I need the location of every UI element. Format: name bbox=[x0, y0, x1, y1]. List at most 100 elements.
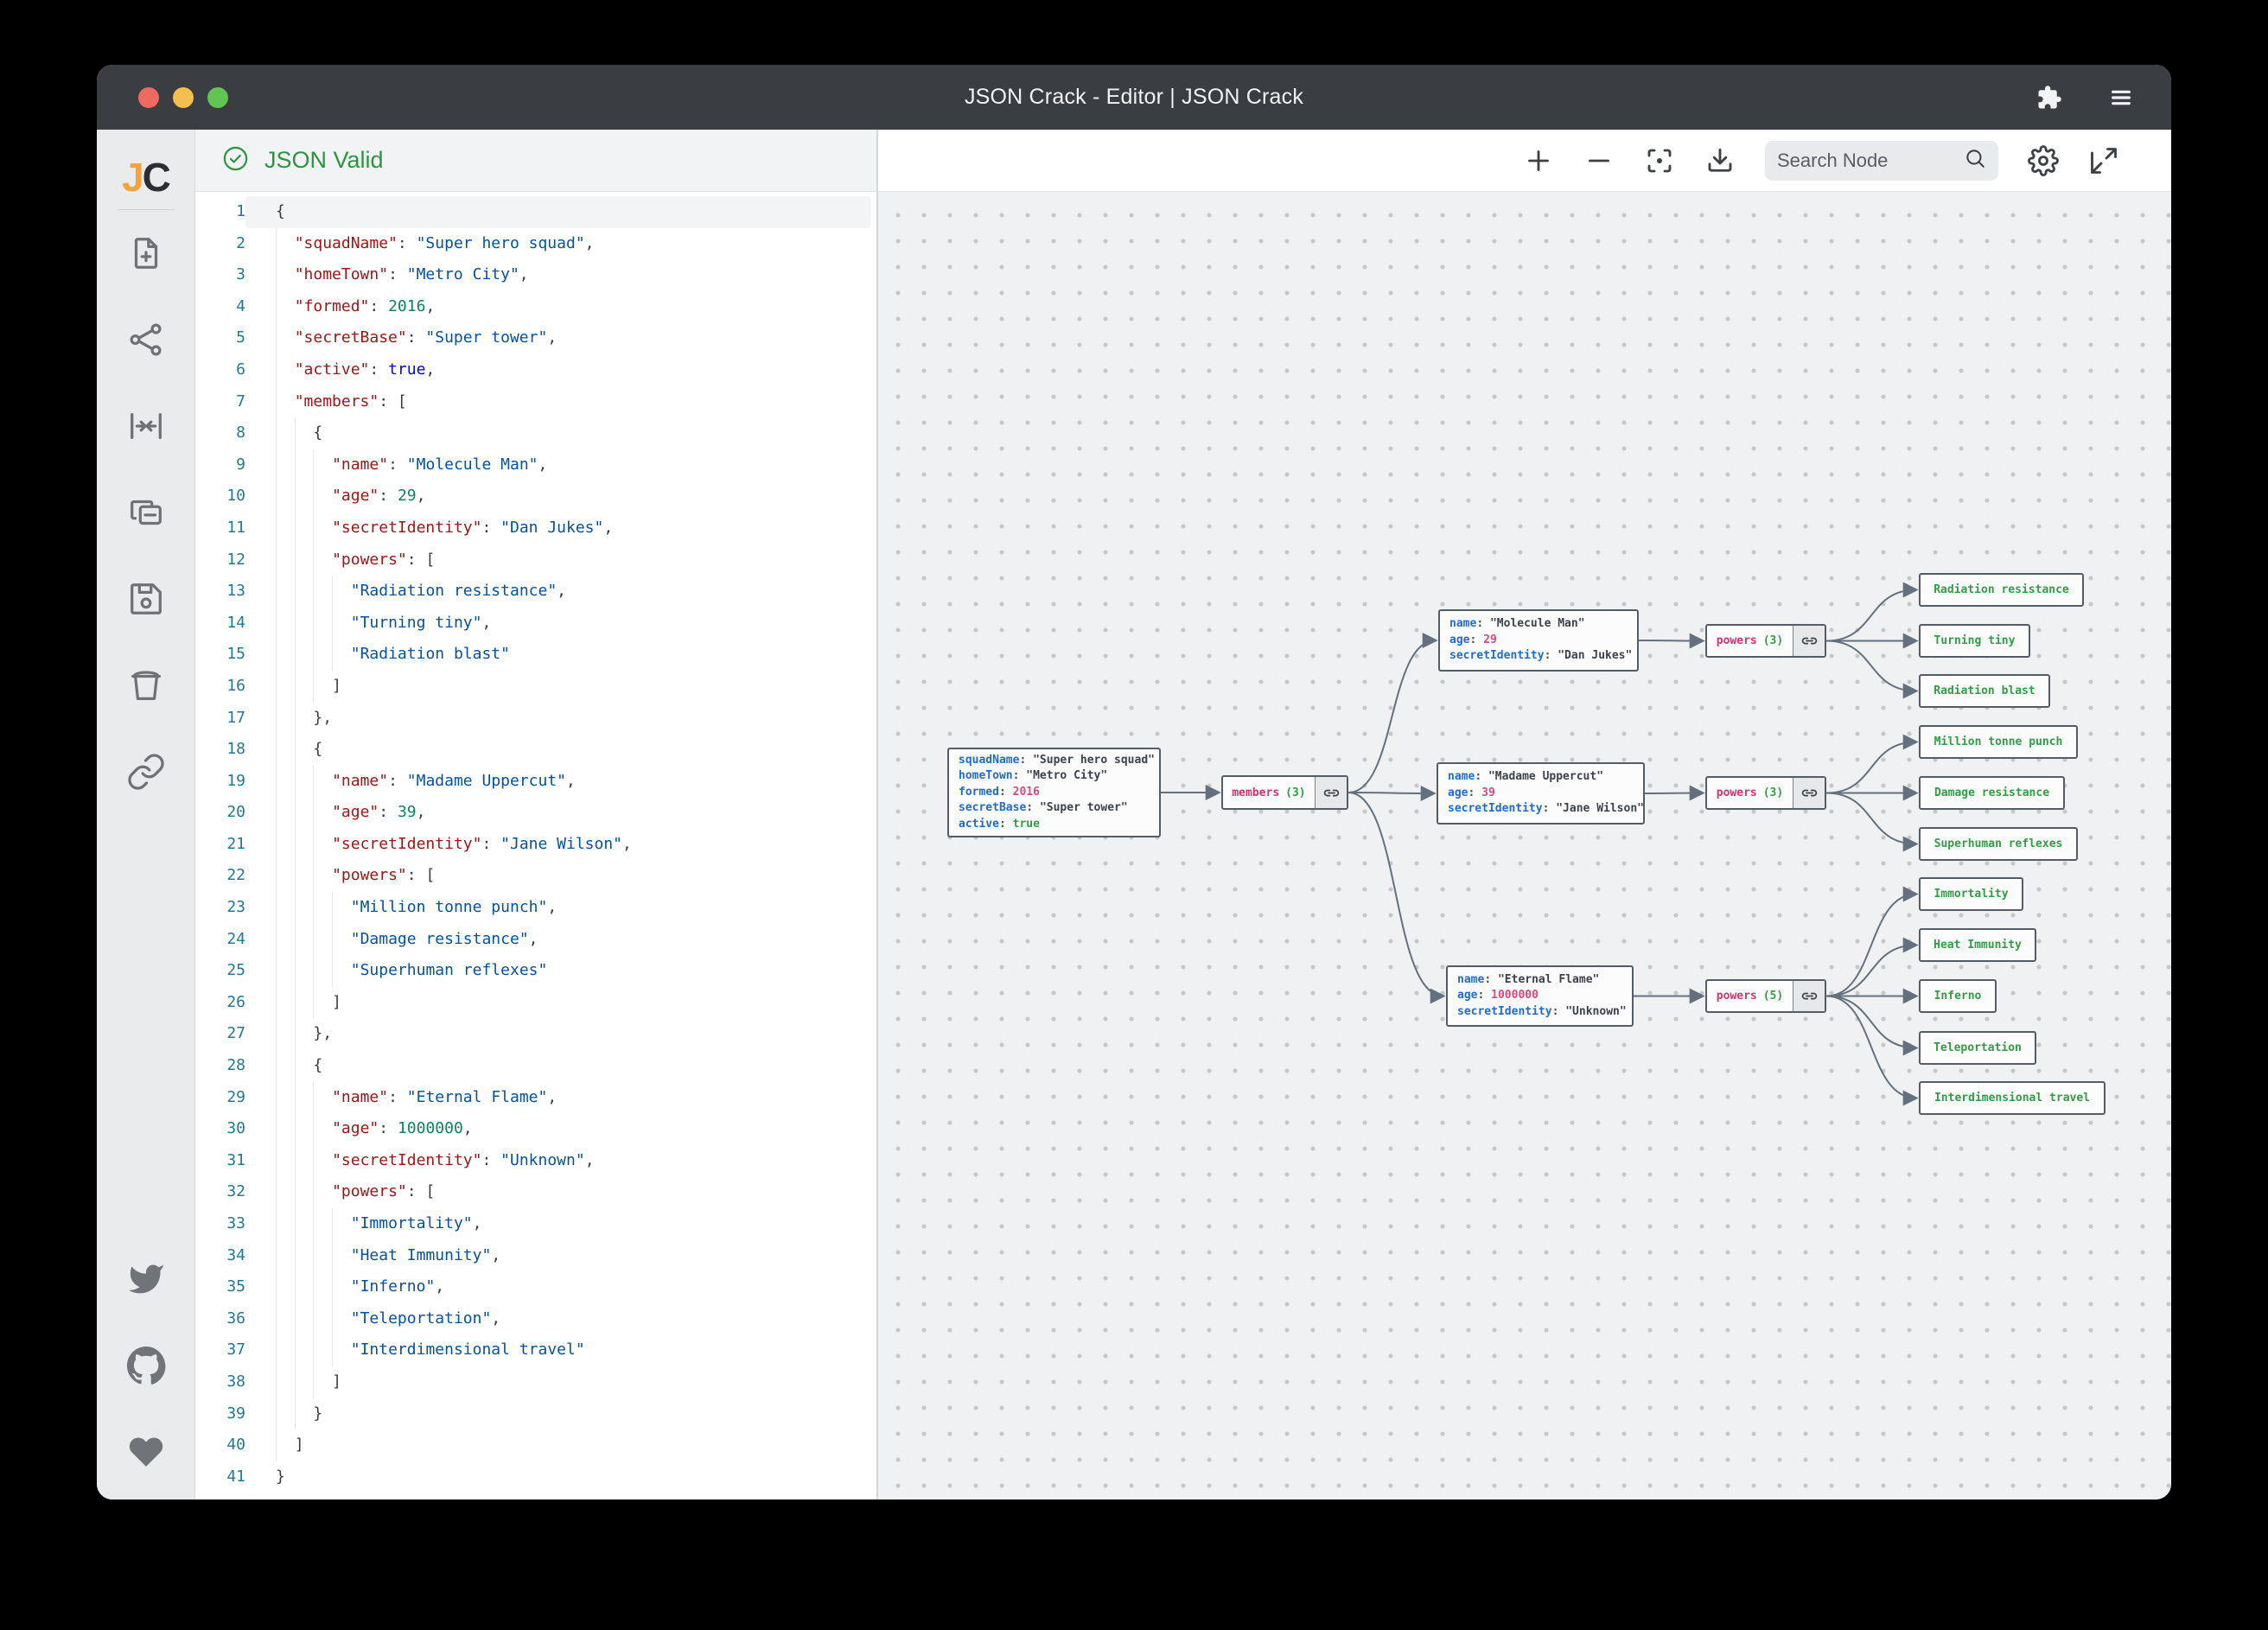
editor-line[interactable]: 9"name": "Molecule Man", bbox=[195, 449, 876, 481]
editor-line[interactable]: 29"name": "Eternal Flame", bbox=[195, 1082, 876, 1114]
zoom-out-button[interactable] bbox=[1583, 145, 1615, 176]
settings-button[interactable] bbox=[2028, 145, 2059, 176]
editor-line[interactable]: 17}, bbox=[195, 703, 876, 735]
code-text[interactable]: }, bbox=[245, 1018, 876, 1050]
code-text[interactable]: } bbox=[245, 1461, 876, 1493]
editor-line[interactable]: 31"secretIdentity": "Unknown", bbox=[195, 1145, 876, 1177]
editor-line[interactable]: 21"secretIdentity": "Jane Wilson", bbox=[195, 829, 876, 861]
editor-line[interactable]: 38] bbox=[195, 1366, 876, 1398]
close-button[interactable] bbox=[138, 87, 159, 108]
json-editor[interactable]: 1{2"squadName": "Super hero squad",3"hom… bbox=[195, 192, 876, 1499]
graph-node-l4[interactable]: Million tonne punch bbox=[1919, 725, 2078, 759]
code-text[interactable]: { bbox=[245, 196, 871, 228]
graph-view-button[interactable] bbox=[97, 298, 194, 385]
menu-hamburger-icon[interactable] bbox=[2107, 84, 2135, 111]
code-text[interactable]: "Superhuman reflexes" bbox=[245, 955, 876, 987]
editor-line[interactable]: 22"powers": [ bbox=[195, 860, 876, 892]
expand-link-icon[interactable] bbox=[1793, 778, 1825, 808]
editor-line[interactable]: 36"Teleportation", bbox=[195, 1303, 876, 1335]
editor-line[interactable]: 20"age": 39, bbox=[195, 797, 876, 829]
search-node-input[interactable] bbox=[1777, 150, 1955, 172]
editor-line[interactable]: 3"homeTown": "Metro City", bbox=[195, 259, 876, 291]
save-button[interactable] bbox=[97, 557, 194, 644]
code-text[interactable]: "secretIdentity": "Unknown", bbox=[245, 1145, 876, 1177]
code-text[interactable]: ] bbox=[245, 671, 876, 703]
code-text[interactable]: "Turning tiny", bbox=[245, 608, 876, 640]
graph-node-p1[interactable]: powers(3) bbox=[1705, 624, 1826, 658]
editor-line[interactable]: 16] bbox=[195, 671, 876, 703]
code-text[interactable]: "Radiation resistance", bbox=[245, 576, 876, 608]
new-document-button[interactable] bbox=[97, 212, 194, 298]
editor-line[interactable]: 32"powers": [ bbox=[195, 1176, 876, 1208]
graph-node-m3[interactable]: name: "Eternal Flame"age: 1000000secretI… bbox=[1446, 965, 1634, 1027]
expand-link-icon[interactable] bbox=[1793, 981, 1825, 1011]
graph-node-l5[interactable]: Damage resistance bbox=[1919, 776, 2065, 810]
share-link-button[interactable] bbox=[97, 730, 194, 817]
graph-node-l6[interactable]: Superhuman reflexes bbox=[1919, 827, 2078, 861]
editor-line[interactable]: 6"active": true, bbox=[195, 354, 876, 386]
code-text[interactable]: "active": true, bbox=[245, 354, 876, 386]
delete-button[interactable] bbox=[97, 644, 194, 730]
code-text[interactable]: "members": [ bbox=[245, 386, 876, 418]
code-text[interactable]: "squadName": "Super hero squad", bbox=[245, 228, 876, 260]
code-text[interactable]: { bbox=[245, 1050, 876, 1082]
editor-line[interactable]: 2"squadName": "Super hero squad", bbox=[195, 228, 876, 260]
fit-width-button[interactable] bbox=[97, 385, 194, 471]
code-text[interactable]: ] bbox=[245, 987, 876, 1019]
editor-line[interactable]: 8{ bbox=[195, 417, 876, 449]
graph-node-members[interactable]: members(3) bbox=[1221, 775, 1348, 810]
graph-node-l2[interactable]: Turning tiny bbox=[1919, 624, 2030, 658]
graph-node-m2[interactable]: name: "Madame Uppercut"age: 39secretIden… bbox=[1437, 762, 1645, 825]
code-text[interactable]: "name": "Molecule Man", bbox=[245, 449, 876, 481]
editor-line[interactable]: 30"age": 1000000, bbox=[195, 1113, 876, 1145]
editor-line[interactable]: 23"Million tonne punch", bbox=[195, 892, 876, 924]
code-text[interactable]: "Immortality", bbox=[245, 1208, 876, 1240]
code-text[interactable]: ] bbox=[245, 1366, 876, 1398]
editor-line[interactable]: 13"Radiation resistance", bbox=[195, 576, 876, 608]
editor-line[interactable]: 33"Immortality", bbox=[195, 1208, 876, 1240]
code-text[interactable]: "Interdimensional travel" bbox=[245, 1334, 876, 1366]
editor-line[interactable]: 39} bbox=[195, 1398, 876, 1430]
code-text[interactable]: "homeTown": "Metro City", bbox=[245, 259, 876, 291]
code-text[interactable]: "age": 29, bbox=[245, 481, 876, 513]
graph-node-l7[interactable]: Immortality bbox=[1919, 877, 2023, 911]
editor-line[interactable]: 26] bbox=[195, 987, 876, 1019]
code-text[interactable]: "Inferno", bbox=[245, 1271, 876, 1303]
expand-link-icon[interactable] bbox=[1315, 777, 1347, 808]
minimize-button[interactable] bbox=[173, 87, 194, 108]
code-text[interactable]: } bbox=[245, 1398, 876, 1430]
editor-line[interactable]: 37"Interdimensional travel" bbox=[195, 1334, 876, 1366]
editor-line[interactable]: 19"name": "Madame Uppercut", bbox=[195, 766, 876, 798]
graph-node-m1[interactable]: name: "Molecule Man"age: 29secretIdentit… bbox=[1438, 609, 1639, 672]
code-text[interactable]: "age": 1000000, bbox=[245, 1113, 876, 1145]
zoom-in-button[interactable] bbox=[1523, 145, 1554, 176]
copy-button[interactable] bbox=[97, 471, 194, 557]
editor-line[interactable]: 40] bbox=[195, 1429, 876, 1461]
editor-line[interactable]: 11"secretIdentity": "Dan Jukes", bbox=[195, 513, 876, 544]
jsoncrack-logo[interactable]: JC bbox=[122, 145, 169, 209]
sponsor-link[interactable] bbox=[97, 1413, 194, 1499]
code-text[interactable]: }, bbox=[245, 703, 876, 735]
editor-line[interactable]: 24"Damage resistance", bbox=[195, 924, 876, 956]
code-text[interactable]: "Million tonne punch", bbox=[245, 892, 876, 924]
code-text[interactable]: "secretIdentity": "Jane Wilson", bbox=[245, 829, 876, 861]
graph-node-l9[interactable]: Inferno bbox=[1919, 979, 1997, 1013]
code-text[interactable]: "name": "Madame Uppercut", bbox=[245, 766, 876, 798]
extension-puzzle-icon[interactable] bbox=[2036, 85, 2062, 111]
editor-line[interactable]: 12"powers": [ bbox=[195, 544, 876, 576]
graph-canvas[interactable]: squadName: "Super hero squad"homeTown: "… bbox=[876, 192, 2171, 1499]
expand-link-icon[interactable] bbox=[1793, 626, 1825, 656]
editor-line[interactable]: 4"formed": 2016, bbox=[195, 291, 876, 323]
graph-node-p2[interactable]: powers(3) bbox=[1705, 776, 1826, 810]
download-button[interactable] bbox=[1704, 145, 1736, 176]
code-text[interactable]: "secretBase": "Super tower", bbox=[245, 322, 876, 354]
graph-node-l3[interactable]: Radiation blast bbox=[1919, 674, 2050, 708]
code-text[interactable]: "Radiation blast" bbox=[245, 639, 876, 671]
editor-line[interactable]: 18{ bbox=[195, 734, 876, 766]
editor-line[interactable]: 14"Turning tiny", bbox=[195, 608, 876, 640]
code-text[interactable]: "secretIdentity": "Dan Jukes", bbox=[245, 513, 876, 544]
twitter-link[interactable] bbox=[97, 1240, 194, 1327]
code-text[interactable]: "powers": [ bbox=[245, 1176, 876, 1208]
code-text[interactable]: "Teleportation", bbox=[245, 1303, 876, 1335]
graph-node-root[interactable]: squadName: "Super hero squad"homeTown: "… bbox=[947, 748, 1161, 837]
